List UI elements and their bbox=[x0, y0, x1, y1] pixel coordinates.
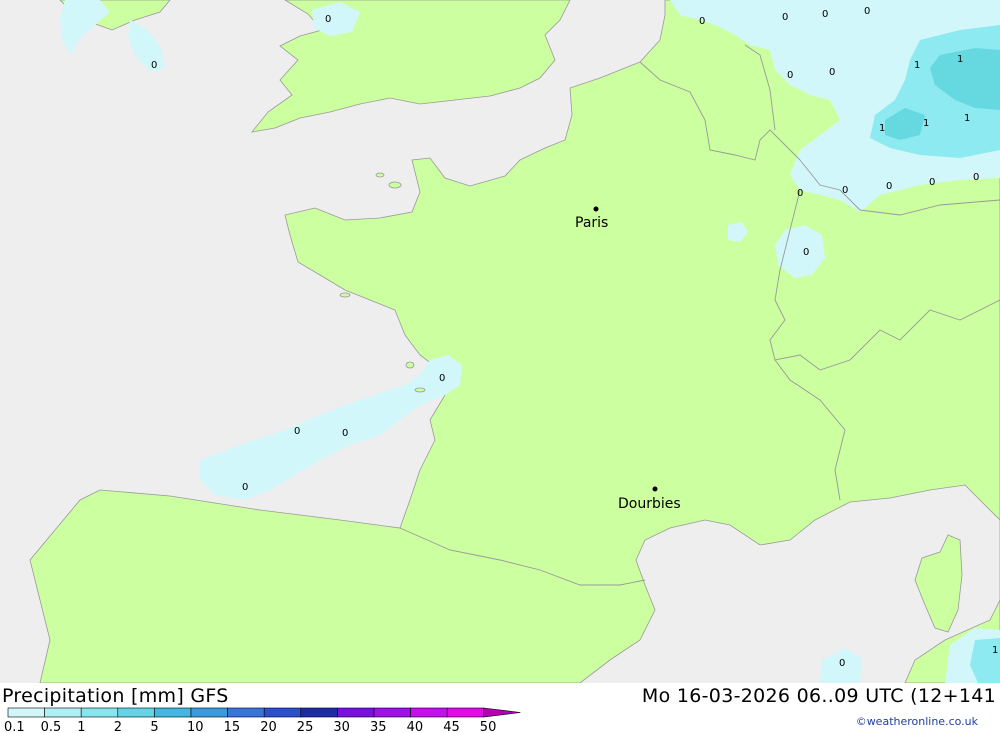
legend-label: 35 bbox=[370, 720, 387, 733]
value-label: 0 bbox=[782, 12, 788, 23]
legend-label: 25 bbox=[297, 720, 314, 733]
city-label-paris: Paris bbox=[575, 215, 608, 231]
legend-label: 20 bbox=[260, 720, 277, 733]
legend-swatch bbox=[300, 707, 338, 718]
legend-label: 10 bbox=[187, 720, 204, 733]
value-label: 1 bbox=[914, 60, 920, 71]
value-label: 1 bbox=[923, 118, 929, 129]
legend-label: 40 bbox=[407, 720, 424, 733]
legend-swatch bbox=[337, 707, 375, 718]
legend-label: 0.5 bbox=[41, 720, 62, 733]
legend-swatch bbox=[190, 707, 228, 718]
legend-swatch-arrow bbox=[483, 707, 521, 718]
value-label: 0 bbox=[342, 428, 348, 439]
valid-datetime: Mo 16-03-2026 06..09 UTC (12+141 bbox=[641, 685, 996, 707]
value-label: 0 bbox=[886, 181, 892, 192]
legend-label: 30 bbox=[333, 720, 350, 733]
city-label-dourbies: Dourbies bbox=[618, 496, 681, 512]
value-label: 0 bbox=[929, 177, 935, 188]
value-label: 0 bbox=[151, 60, 157, 71]
value-label: 1 bbox=[964, 113, 970, 124]
legend-swatch bbox=[7, 707, 45, 718]
legend-label: 45 bbox=[443, 720, 460, 733]
map-footer: Precipitation [mm] GFS Mo 16-03-2026 06.… bbox=[0, 683, 1000, 733]
legend-swatch bbox=[117, 707, 155, 718]
value-label: 1 bbox=[957, 54, 963, 65]
value-label: 0 bbox=[842, 185, 848, 196]
value-label: 0 bbox=[439, 373, 445, 384]
color-legend: 0.1 0.5 1 2 5 10 15 20 25 30 35 40 45 50 bbox=[4, 707, 521, 733]
value-label: 0 bbox=[822, 9, 828, 20]
value-label: 0 bbox=[797, 188, 803, 199]
value-label: 1 bbox=[879, 123, 885, 134]
value-label: 0 bbox=[973, 172, 979, 183]
legend-swatch bbox=[44, 707, 82, 718]
legend-label: 15 bbox=[224, 720, 241, 733]
legend-label: 0.1 bbox=[4, 720, 25, 733]
legend-swatch bbox=[410, 707, 448, 718]
value-label: 0 bbox=[242, 482, 248, 493]
legend-swatch bbox=[154, 707, 192, 718]
legend-swatch bbox=[263, 707, 302, 718]
precipitation-map[interactable]: Paris Dourbies 0 0 0 0 0 0 0 0 1 1 1 1 1… bbox=[0, 0, 1000, 684]
legend-swatch bbox=[446, 707, 485, 718]
value-label: 0 bbox=[787, 70, 793, 81]
legend-swatch bbox=[227, 707, 265, 718]
value-label: 0 bbox=[864, 6, 870, 17]
legend-swatch bbox=[80, 707, 119, 718]
value-label: 0 bbox=[803, 247, 809, 258]
value-label: 0 bbox=[699, 16, 705, 27]
map-title: Precipitation [mm] GFS bbox=[2, 685, 229, 707]
legend-label: 50 bbox=[480, 720, 497, 733]
value-label: 0 bbox=[325, 14, 331, 25]
value-label: 0 bbox=[829, 67, 835, 78]
legend-swatch bbox=[373, 707, 411, 718]
value-label: 0 bbox=[839, 658, 845, 669]
value-label: 0 bbox=[294, 426, 300, 437]
legend-label: 2 bbox=[114, 720, 122, 733]
legend-label: 5 bbox=[150, 720, 158, 733]
credit-text[interactable]: ©weatheronline.co.uk bbox=[856, 715, 978, 728]
value-label: 1 bbox=[992, 645, 998, 656]
legend-label: 1 bbox=[77, 720, 85, 733]
